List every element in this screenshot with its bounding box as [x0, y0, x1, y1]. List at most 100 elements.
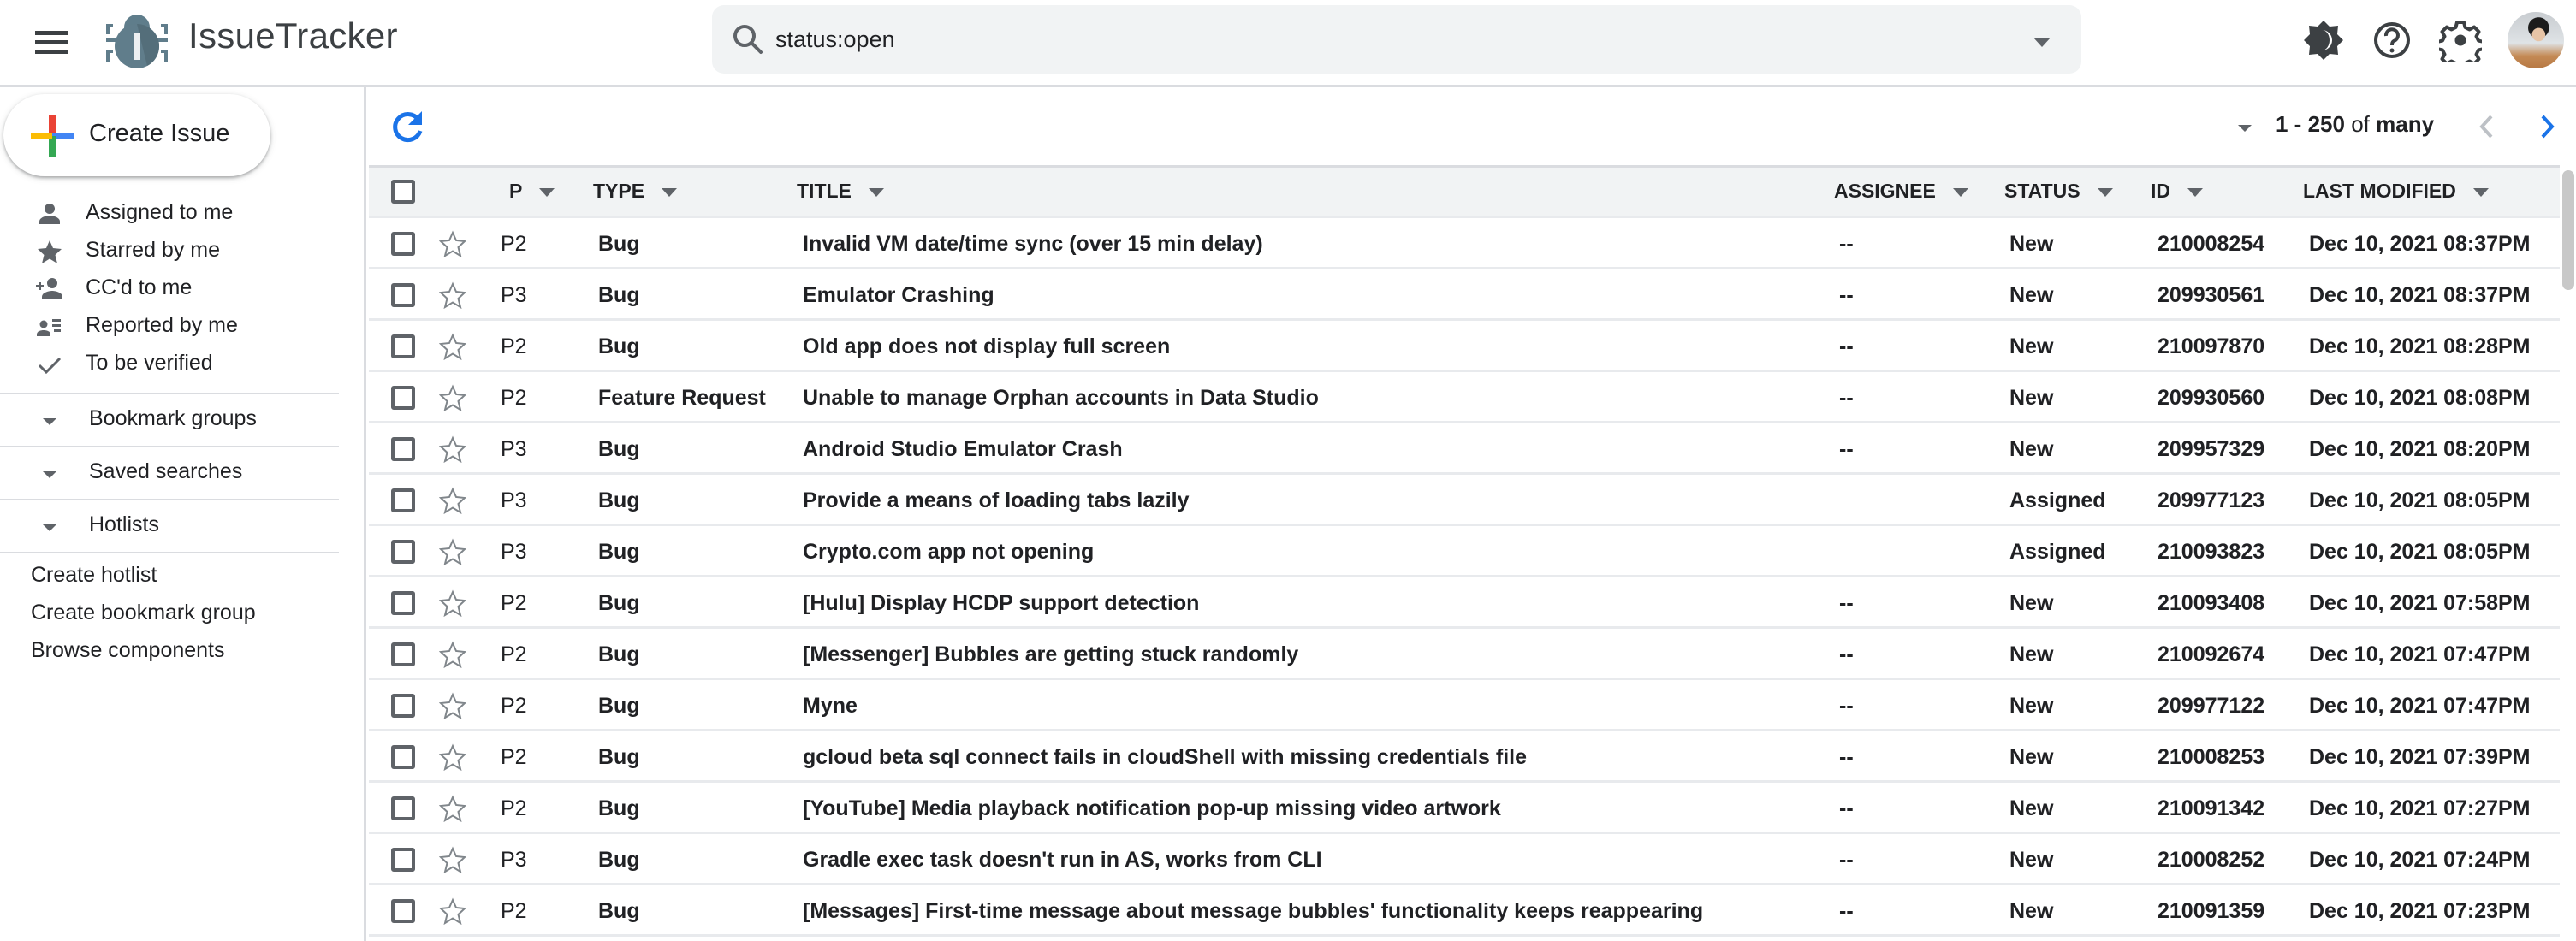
browse-components-link[interactable]: Browse components [31, 638, 225, 663]
create-hotlist-link[interactable]: Create hotlist [31, 563, 157, 588]
theme-toggle-icon[interactable] [2302, 19, 2345, 62]
sidebar-item-ccd-to-me[interactable]: CC'd to me [0, 270, 342, 308]
section-saved-searches[interactable]: Saved searches [0, 447, 339, 499]
column-header-type[interactable]: TYPE [593, 180, 678, 203]
column-header-last-modified[interactable]: LAST MODIFIED [2303, 180, 2489, 203]
row-checkbox[interactable] [391, 437, 415, 461]
title-link[interactable]: [Messages] First-time message about mess… [803, 899, 1703, 924]
search-bar[interactable] [712, 5, 2081, 74]
row-checkbox[interactable] [391, 745, 415, 769]
sidebar-item-reported-by-me[interactable]: Reported by me [0, 308, 342, 346]
app-title[interactable]: IssueTracker [188, 15, 398, 56]
id-cell: 210093408 [2158, 591, 2265, 615]
priority-cell: P3 [501, 540, 527, 564]
assignee-cell: -- [1839, 642, 1854, 666]
refresh-icon[interactable] [388, 108, 427, 147]
star-outline-icon[interactable] [439, 281, 466, 309]
create-issue-button[interactable]: Create Issue [3, 94, 270, 176]
sort-arrow-icon [2472, 187, 2489, 197]
row-checkbox[interactable] [391, 796, 415, 820]
title-link[interactable]: [Messenger] Bubbles are getting stuck ra… [803, 642, 1298, 667]
table-row[interactable]: P2 Bug gcloud beta sql connect fails in … [369, 731, 2560, 783]
column-header-title[interactable]: TITLE [797, 180, 884, 203]
star-outline-icon[interactable] [439, 795, 466, 822]
column-header-assignee[interactable]: ASSIGNEE [1834, 180, 1968, 203]
star-outline-icon[interactable] [439, 538, 466, 565]
row-checkbox[interactable] [391, 283, 415, 307]
row-checkbox[interactable] [391, 386, 415, 410]
title-link[interactable]: Invalid VM date/time sync (over 15 min d… [803, 232, 1263, 257]
user-avatar[interactable] [2508, 12, 2564, 68]
title-link[interactable]: Emulator Crashing [803, 283, 994, 308]
row-checkbox[interactable] [391, 848, 415, 872]
table-row[interactable]: P3 Bug Emulator Crashing -- New 20993056… [369, 269, 2560, 321]
help-icon[interactable] [2371, 19, 2413, 62]
section-hotlists[interactable]: Hotlists [0, 500, 339, 552]
last-modified-cell: Dec 10, 2021 08:37PM [2309, 232, 2531, 256]
column-header-id[interactable]: ID [2151, 180, 2203, 203]
pagination-range: 1 - 250 [2276, 111, 2345, 137]
title-link[interactable]: Android Studio Emulator Crash [803, 437, 1123, 462]
star-outline-icon[interactable] [439, 435, 466, 463]
priority-cell: P3 [501, 437, 527, 461]
table-row[interactable]: P3 Bug Provide a means of loading tabs l… [369, 475, 2560, 526]
table-row[interactable]: P2 Bug Old app does not display full scr… [369, 321, 2560, 372]
sidebar-item-assigned-to-me[interactable]: Assigned to me [0, 195, 342, 233]
bug-logo-icon[interactable] [104, 10, 169, 70]
star-outline-icon[interactable] [439, 333, 466, 360]
column-label: ID [2151, 180, 2170, 202]
row-checkbox[interactable] [391, 591, 415, 615]
next-page-icon[interactable] [2534, 109, 2560, 144]
settings-icon[interactable] [2439, 19, 2482, 62]
star-outline-icon[interactable] [439, 487, 466, 514]
table-row[interactable]: P2 Bug [Messages] First-time message abo… [369, 885, 2560, 937]
title-link[interactable]: Gradle exec task doesn't run in AS, work… [803, 848, 1322, 873]
search-input[interactable] [775, 5, 1974, 74]
star-outline-icon[interactable] [439, 641, 466, 668]
title-link[interactable]: [Hulu] Display HCDP support detection [803, 591, 1199, 616]
title-link[interactable]: gcloud beta sql connect fails in cloudSh… [803, 745, 1527, 770]
table-row[interactable]: P2 Bug Invalid VM date/time sync (over 1… [369, 218, 2560, 269]
table-row[interactable]: P3 Bug Gradle exec task doesn't run in A… [369, 834, 2560, 885]
row-checkbox[interactable] [391, 694, 415, 718]
sidebar-item-to-be-verified[interactable]: To be verified [0, 346, 342, 383]
column-header-priority[interactable]: P [509, 180, 555, 203]
star-outline-icon[interactable] [439, 384, 466, 411]
table-scrollbar[interactable] [2560, 167, 2576, 941]
search-options-dropdown-icon[interactable] [2033, 38, 2051, 47]
table-row[interactable]: P3 Bug Android Studio Emulator Crash -- … [369, 423, 2560, 475]
previous-page-icon[interactable] [2474, 109, 2500, 144]
row-checkbox[interactable] [391, 334, 415, 358]
row-checkbox[interactable] [391, 642, 415, 666]
section-bookmark-groups[interactable]: Bookmark groups [0, 394, 339, 446]
title-link[interactable]: [YouTube] Media playback notification po… [803, 796, 1501, 821]
hamburger-menu-icon[interactable] [33, 24, 70, 62]
star-outline-icon[interactable] [439, 692, 466, 719]
row-checkbox[interactable] [391, 540, 415, 564]
title-link[interactable]: Provide a means of loading tabs lazily [803, 488, 1190, 513]
table-row[interactable]: P2 Bug [Hulu] Display HCDP support detec… [369, 577, 2560, 629]
star-outline-icon[interactable] [439, 589, 466, 617]
row-checkbox[interactable] [391, 232, 415, 256]
sidebar-item-starred-by-me[interactable]: Starred by me [0, 233, 342, 270]
column-header-status[interactable]: STATUS [2004, 180, 2113, 203]
star-outline-icon[interactable] [439, 846, 466, 873]
scrollbar-thumb[interactable] [2562, 170, 2574, 290]
title-link[interactable]: Myne [803, 694, 858, 719]
title-link[interactable]: Unable to manage Orphan accounts in Data… [803, 386, 1319, 411]
table-row[interactable]: P2 Bug Myne -- New 209977122 Dec 10, 202… [369, 680, 2560, 731]
row-checkbox[interactable] [391, 488, 415, 512]
star-outline-icon[interactable] [439, 230, 466, 257]
row-checkbox[interactable] [391, 899, 415, 923]
table-row[interactable]: P2 Feature Request Unable to manage Orph… [369, 372, 2560, 423]
title-link[interactable]: Old app does not display full screen [803, 334, 1170, 359]
table-row[interactable]: P2 Bug [YouTube] Media playback notifica… [369, 783, 2560, 834]
title-link[interactable]: Crypto.com app not opening [803, 540, 1094, 565]
select-all-checkbox[interactable] [391, 180, 415, 204]
table-row[interactable]: P3 Bug Crypto.com app not opening Assign… [369, 526, 2560, 577]
table-row[interactable]: P2 Bug [Messenger] Bubbles are getting s… [369, 629, 2560, 680]
page-size-dropdown-icon[interactable] [2238, 125, 2252, 132]
star-outline-icon[interactable] [439, 897, 466, 925]
star-outline-icon[interactable] [439, 743, 466, 771]
create-bookmark-group-link[interactable]: Create bookmark group [31, 601, 256, 625]
